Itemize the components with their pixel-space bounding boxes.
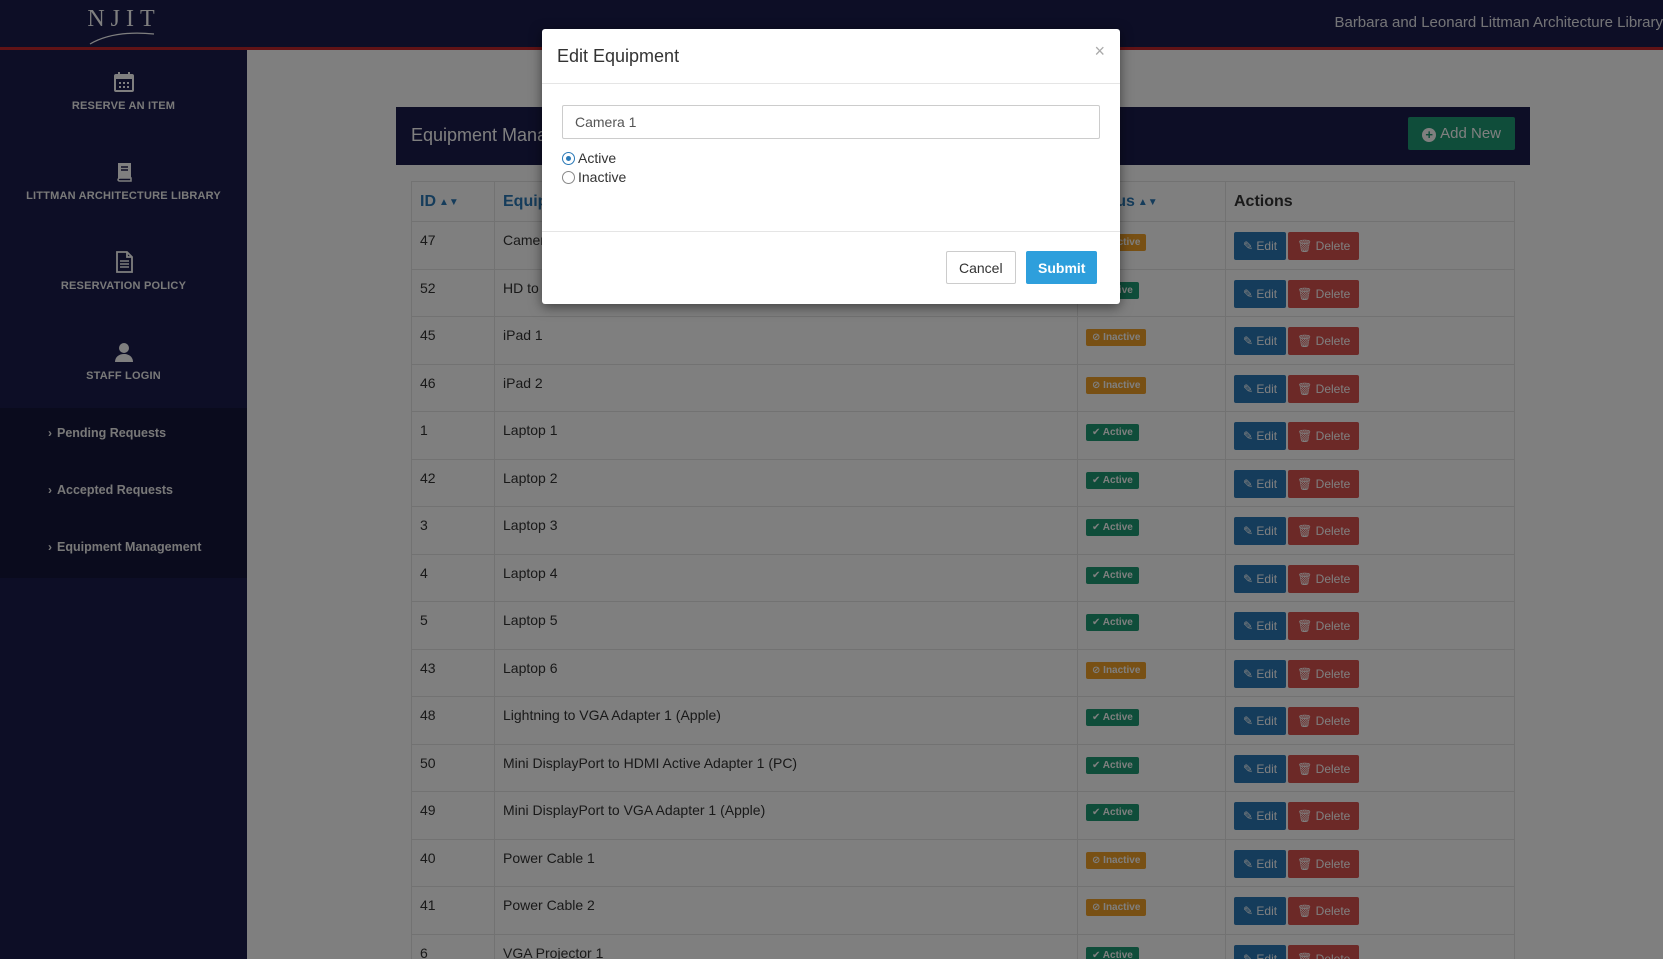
modal-header: Edit Equipment × — [542, 29, 1120, 84]
close-icon[interactable]: × — [1094, 41, 1105, 62]
equipment-name-input[interactable] — [562, 105, 1100, 139]
edit-equipment-modal: Edit Equipment × Active Inactive Cancel … — [542, 29, 1120, 304]
radio-active-row[interactable]: Active — [562, 150, 616, 166]
modal-title: Edit Equipment — [557, 46, 680, 66]
submit-button[interactable]: Submit — [1026, 251, 1098, 284]
radio-inactive-row[interactable]: Inactive — [562, 169, 626, 185]
radio-inactive-label: Inactive — [578, 169, 627, 185]
radio-inactive[interactable] — [562, 171, 575, 184]
modal-footer: Cancel Submit — [542, 231, 1120, 304]
radio-active-label: Active — [578, 150, 617, 166]
cancel-button[interactable]: Cancel — [946, 251, 1016, 284]
radio-active[interactable] — [562, 152, 575, 165]
